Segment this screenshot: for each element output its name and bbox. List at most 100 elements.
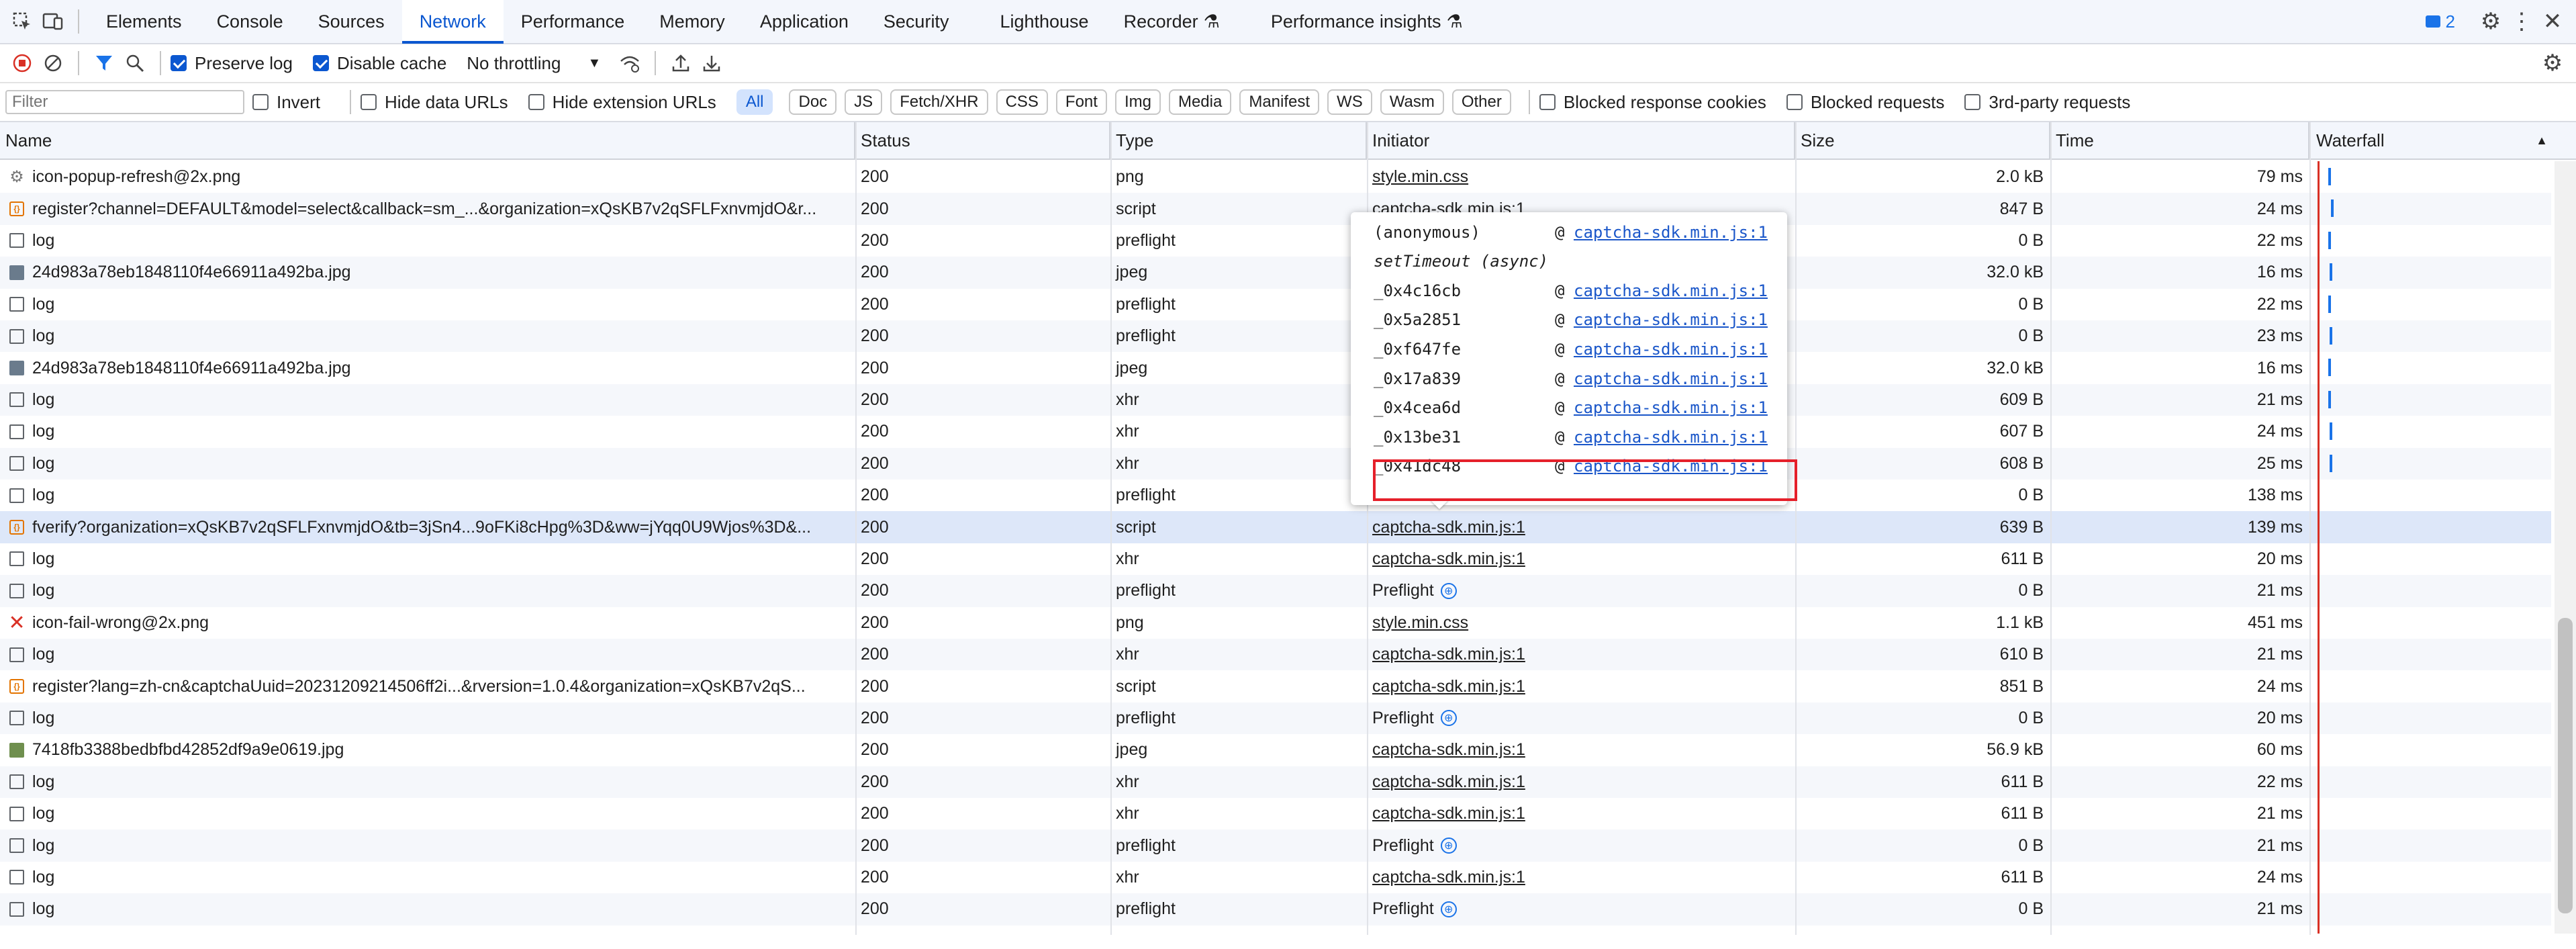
row-name-cell[interactable]: log: [0, 416, 855, 447]
network-settings-gear-icon[interactable]: ⚙: [2537, 48, 2568, 79]
table-row[interactable]: log 200 preflight Preflight ⊕ 0 B 21 ms: [0, 829, 2551, 862]
row-initiator-cell[interactable]: captcha-sdk.min.js:1: [1367, 670, 1795, 702]
table-scrollbar-thumb[interactable]: [2558, 618, 2573, 913]
filter-chip-font[interactable]: Font: [1055, 89, 1107, 115]
tab-memory[interactable]: Memory: [642, 0, 743, 44]
column-header-type[interactable]: Type: [1110, 122, 1367, 159]
tab-recorder[interactable]: Recorder ⚗: [1106, 0, 1237, 44]
row-name-cell[interactable]: 24d983a78eb1848110f4e66911a492ba.jpg: [0, 257, 855, 288]
row-name-cell[interactable]: 24d983a78eb1848110f4e66911a492ba.jpg: [0, 352, 855, 383]
filter-chip-wasm[interactable]: Wasm: [1380, 89, 1444, 115]
filter-chip-doc[interactable]: Doc: [789, 89, 837, 115]
table-row[interactable]: 24d983a78eb1848110f4e66911a492ba.jpg 200 j…: [0, 352, 2551, 383]
stack-source-link[interactable]: captcha-sdk.min.js:1: [1574, 340, 1768, 359]
invert-checkbox[interactable]: [252, 94, 269, 110]
stack-source-link[interactable]: captcha-sdk.min.js:1: [1574, 398, 1768, 417]
table-row[interactable]: log 200 xhr captcha-sdk.min.js:1 610 B 21 ms: [0, 639, 2551, 671]
table-row[interactable]: log 200 xhr captcha-sdk.min.js:1 611 B 20 ms: [0, 543, 2551, 575]
filter-chip-other[interactable]: Other: [1451, 89, 1511, 115]
stack-source-link[interactable]: captcha-sdk.min.js:1: [1574, 223, 1768, 242]
table-row[interactable]: log 200 xhr 607 B 24 ms: [0, 416, 2551, 447]
filter-chip-media[interactable]: Media: [1168, 89, 1232, 115]
table-row[interactable]: log 200 preflight 0 B 138 ms: [0, 480, 2551, 511]
throttling-select[interactable]: No throttling ▼: [467, 53, 601, 74]
table-row[interactable]: log 200 preflight 0 B 22 ms: [0, 289, 2551, 320]
blocked-cookies-toggle[interactable]: Blocked response cookies: [1539, 92, 1766, 113]
table-row[interactable]: {} fverify?organization=xQsKB7v2qSFLFxnvm…: [0, 511, 2551, 543]
filter-funnel-icon[interactable]: [89, 48, 120, 79]
table-row[interactable]: log 200 xhr 609 B 21 ms: [0, 383, 2551, 416]
tab-application[interactable]: Application: [743, 0, 866, 44]
hide-data-urls-toggle[interactable]: Hide data URLs: [361, 92, 508, 113]
row-name-cell[interactable]: log: [0, 829, 855, 861]
row-name-cell[interactable]: log: [0, 639, 855, 670]
blocked-requests-toggle[interactable]: Blocked requests: [1786, 92, 1944, 113]
row-name-cell[interactable]: ⚙ icon-popup-refresh@2x.png: [0, 161, 855, 193]
row-initiator-cell[interactable]: style.min.css: [1367, 161, 1795, 193]
row-initiator-cell[interactable]: captcha-sdk.min.js:1: [1367, 543, 1795, 575]
hide-extension-urls-toggle[interactable]: Hide extension URLs: [528, 92, 716, 113]
filter-chip-fetch-xhr[interactable]: Fetch/XHR: [890, 89, 988, 115]
tab-lighthouse[interactable]: Lighthouse: [982, 0, 1106, 44]
table-row[interactable]: 24d983a78eb1848110f4e66911a492ba.jpg 200 j…: [0, 257, 2551, 289]
close-devtools-icon[interactable]: ✕: [2537, 6, 2568, 37]
row-initiator-cell[interactable]: captcha-sdk.min.js:1: [1367, 511, 1795, 543]
column-header-waterfall[interactable]: Waterfall ▲: [2309, 122, 2555, 159]
column-header-initiator[interactable]: Initiator: [1367, 122, 1795, 159]
row-name-cell[interactable]: log: [0, 448, 855, 480]
row-name-cell[interactable]: log: [0, 798, 855, 829]
row-name-cell[interactable]: ✕ icon-fail-wrong@2x.png: [0, 607, 855, 639]
device-toolbar-icon[interactable]: [38, 6, 68, 37]
tab-performance[interactable]: Performance: [504, 0, 642, 44]
row-name-cell[interactable]: 7418fb3388bedbfbd42852df9a9e0619.jpg: [0, 734, 855, 766]
stack-source-link[interactable]: captcha-sdk.min.js:1: [1574, 281, 1768, 300]
row-name-cell[interactable]: log: [0, 575, 855, 606]
table-row[interactable]: {} register?channel=DEFAULT&model=select&…: [0, 193, 2551, 225]
row-name-cell[interactable]: {} register?lang=zh-cn&captchaUuid=202312…: [0, 670, 855, 702]
stop-recording-icon[interactable]: [7, 48, 38, 79]
hide-extension-urls-checkbox[interactable]: [528, 94, 544, 110]
row-name-cell[interactable]: log: [0, 225, 855, 257]
clear-log-icon[interactable]: [38, 48, 68, 79]
stack-source-link[interactable]: captcha-sdk.min.js:1: [1574, 369, 1768, 388]
stack-source-link[interactable]: captcha-sdk.min.js:1: [1574, 428, 1768, 447]
import-har-icon[interactable]: [665, 48, 696, 79]
search-icon[interactable]: [120, 48, 150, 79]
blocked-cookies-checkbox[interactable]: [1539, 94, 1556, 110]
column-header-size[interactable]: Size: [1795, 122, 2050, 159]
row-name-cell[interactable]: log: [0, 543, 855, 575]
table-row[interactable]: log 200 preflight 0 B 23 ms: [0, 320, 2551, 353]
network-conditions-icon[interactable]: [614, 48, 645, 79]
tab-console[interactable]: Console: [199, 0, 301, 44]
preflight-globe-icon[interactable]: ⊕: [1440, 838, 1457, 854]
row-initiator-cell[interactable]: captcha-sdk.min.js:1: [1367, 734, 1795, 766]
table-row[interactable]: log 200 xhr captcha-sdk.min.js:1 611 B 22 ms: [0, 766, 2551, 798]
tab-sources[interactable]: Sources: [301, 0, 402, 44]
third-party-toggle[interactable]: 3rd-party requests: [1964, 92, 2130, 113]
preserve-log-checkbox[interactable]: [171, 55, 187, 71]
table-row[interactable]: log 200 xhr captcha-sdk.min.js:1 611 B 24 ms: [0, 862, 2551, 893]
disable-cache-checkbox[interactable]: [312, 55, 329, 71]
blocked-requests-checkbox[interactable]: [1786, 94, 1803, 110]
row-initiator-cell[interactable]: captcha-sdk.min.js:1: [1367, 798, 1795, 829]
table-row[interactable]: {} register?lang=zh-cn&captchaUuid=202312…: [0, 670, 2551, 702]
stack-source-link[interactable]: captcha-sdk.min.js:1: [1574, 310, 1768, 329]
tab-network[interactable]: Network: [401, 0, 504, 44]
row-name-cell[interactable]: log: [0, 766, 855, 798]
row-name-cell[interactable]: log: [0, 703, 855, 734]
filter-chip-manifest[interactable]: Manifest: [1239, 89, 1320, 115]
disable-cache-toggle[interactable]: Disable cache: [312, 53, 446, 74]
table-row[interactable]: log 200 preflight 0 B 22 ms: [0, 225, 2551, 257]
hide-data-urls-checkbox[interactable]: [361, 94, 377, 110]
third-party-checkbox[interactable]: [1964, 94, 1981, 110]
filter-chip-img[interactable]: Img: [1114, 89, 1161, 115]
preflight-globe-icon[interactable]: ⊕: [1440, 710, 1457, 727]
inspect-element-icon[interactable]: [7, 6, 38, 37]
row-name-cell[interactable]: log: [0, 384, 855, 416]
tab-security[interactable]: Security: [866, 0, 967, 44]
row-name-cell[interactable]: log: [0, 893, 855, 925]
row-initiator-cell[interactable]: style.min.css: [1367, 607, 1795, 639]
row-name-cell[interactable]: log: [0, 862, 855, 893]
row-initiator-cell[interactable]: captcha-sdk.min.js:1: [1367, 766, 1795, 798]
filter-chip-css[interactable]: CSS: [996, 89, 1048, 115]
